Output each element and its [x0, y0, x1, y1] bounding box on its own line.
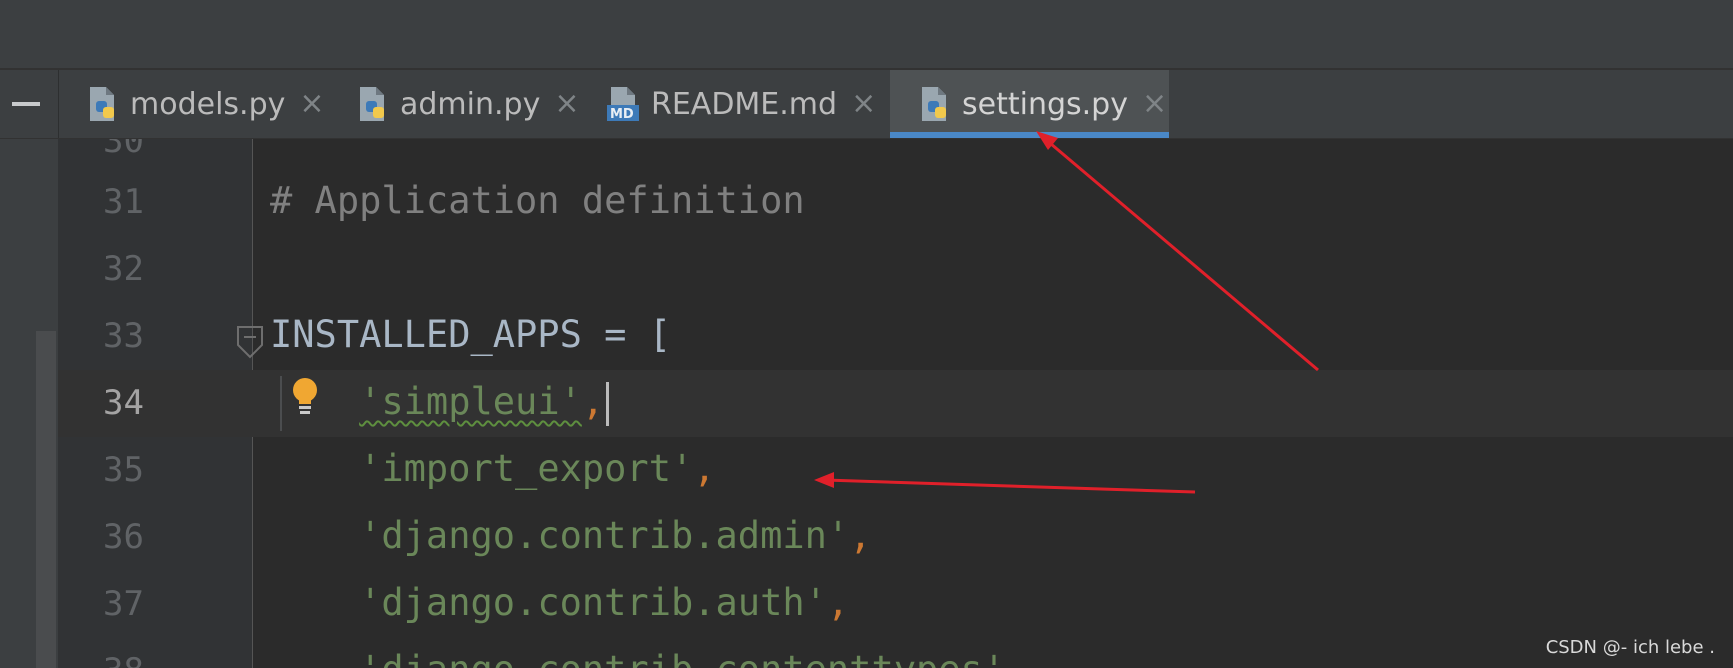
identifier: INSTALLED_APPS — [270, 313, 582, 356]
tab-models-py[interactable]: models.py × — [86, 70, 325, 138]
python-file-icon — [356, 85, 392, 123]
minimize-icon[interactable] — [12, 102, 40, 106]
code-line-36: 'django.contrib.admin', — [270, 514, 871, 557]
bracket: [ — [648, 313, 671, 356]
editor-tab-bar: models.py × admin.py × MD README.md × se… — [0, 70, 1733, 139]
code-line-38: 'django.contrib.contenttypes', — [270, 648, 1027, 668]
code-line-35: 'import_export', — [270, 447, 716, 490]
line-number: 31 — [103, 182, 144, 222]
comment: # Application definition — [270, 179, 805, 222]
code-editor[interactable]: 30 31 32 33 34 35 36 37 38 # Application… — [0, 139, 1733, 668]
line-number: 32 — [103, 249, 144, 289]
close-icon[interactable]: × — [1142, 89, 1167, 119]
tab-readme-md[interactable]: MD README.md × — [607, 70, 876, 138]
python-file-icon — [86, 85, 122, 123]
line-number: 38 — [58, 651, 144, 668]
comma: , — [849, 514, 872, 557]
markdown-file-icon: MD — [607, 85, 643, 123]
comma: , — [581, 380, 605, 423]
watermark: CSDN @- ich lebe . — [1545, 637, 1715, 658]
tool-window-header — [0, 70, 59, 138]
string-literal: 'django.contrib.admin' — [359, 514, 850, 557]
svg-text:MD: MD — [610, 107, 634, 122]
tab-label: README.md — [651, 86, 838, 122]
fold-icon[interactable] — [236, 325, 264, 359]
line-number: 33 — [103, 316, 144, 356]
line-number: 36 — [103, 517, 144, 557]
tab-settings-py[interactable]: settings.py × — [890, 70, 1169, 138]
code-line-34: 'simpleui', — [270, 380, 610, 426]
tab-admin-py[interactable]: admin.py × — [356, 70, 579, 138]
operator: = — [581, 313, 649, 356]
line-number: 35 — [103, 450, 144, 490]
comma: , — [693, 447, 716, 490]
close-icon[interactable]: × — [299, 89, 324, 119]
line-number-current: 34 — [103, 383, 144, 423]
line-number: 37 — [103, 584, 144, 624]
text-caret — [606, 381, 610, 426]
code-line-31: # Application definition — [270, 179, 805, 222]
comma: , — [1005, 648, 1027, 668]
python-file-icon — [918, 85, 954, 123]
string-literal: 'import_export' — [359, 447, 694, 490]
top-toolbar — [0, 0, 1733, 70]
tab-label: models.py — [130, 86, 286, 122]
code-line-33: INSTALLED_APPS = [ — [270, 313, 671, 356]
close-icon[interactable]: × — [851, 89, 876, 119]
comma: , — [826, 581, 850, 624]
active-tab-indicator — [890, 132, 1169, 138]
close-icon[interactable]: × — [554, 89, 579, 119]
tab-label: settings.py — [962, 86, 1128, 122]
line-number: 30 — [103, 139, 144, 161]
string-literal: 'django.contrib.auth' — [359, 581, 827, 624]
string-literal: 'django.contrib.contenttypes' — [359, 648, 1005, 668]
tab-label: admin.py — [400, 86, 541, 122]
code-line-37: 'django.contrib.auth', — [270, 581, 849, 624]
string-literal: 'simpleui' — [359, 380, 582, 423]
tool-window-strip — [0, 139, 58, 668]
scrollbar[interactable] — [36, 331, 56, 668]
